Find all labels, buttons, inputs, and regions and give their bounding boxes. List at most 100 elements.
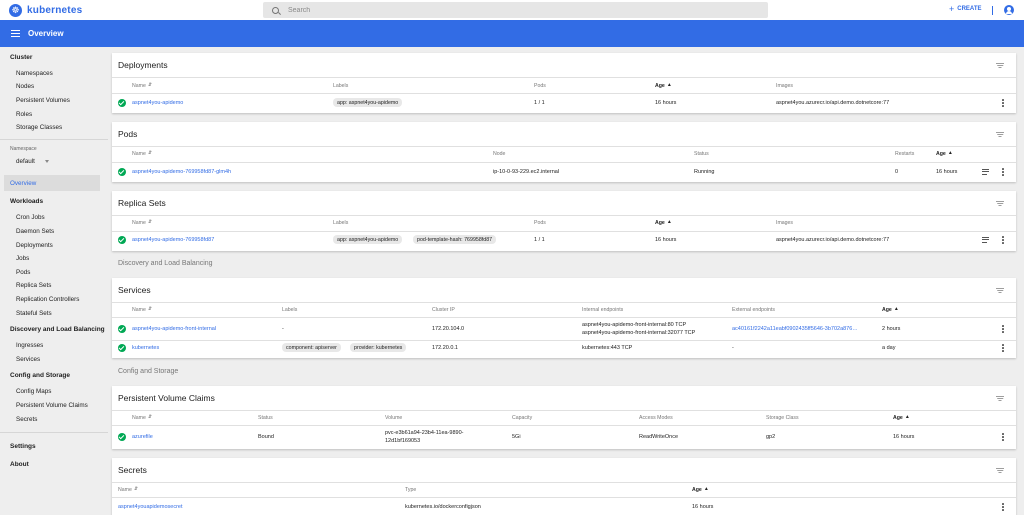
column-header-status: Status	[258, 415, 273, 421]
sidebar-item-daemon-sets[interactable]: Daemon Sets	[16, 228, 54, 235]
sidebar-item-ingresses[interactable]: Ingresses	[16, 342, 43, 349]
sidebar-item-namespaces[interactable]: Namespaces	[16, 70, 53, 77]
check-circle-icon	[118, 325, 126, 333]
pods-count: 1 / 1	[534, 100, 545, 106]
plus-icon: +	[949, 4, 955, 14]
filter-icon[interactable]	[996, 63, 1004, 68]
card-title: Replica Sets	[118, 198, 166, 208]
external-endpoint-link[interactable]: ac40161f2242a11eabf0902435ff5646-3b702a8…	[732, 326, 858, 332]
section-title-discovery: Discovery and Load Balancing	[118, 260, 213, 267]
column-header-labels: Labels	[282, 307, 298, 313]
secret-name-link[interactable]: aspnet4youapidemosecret	[118, 504, 183, 510]
filter-icon[interactable]	[996, 468, 1004, 473]
sidebar-item-nodes[interactable]: Nodes	[16, 83, 34, 90]
more-vert-icon[interactable]	[1002, 503, 1004, 511]
sidebar-item-config-maps[interactable]: Config Maps	[16, 388, 51, 395]
column-header-name[interactable]: Name ⇵	[132, 83, 152, 89]
column-header-name[interactable]: Name ⇵	[132, 151, 152, 157]
more-vert-icon[interactable]	[1002, 168, 1004, 176]
search-input[interactable]	[288, 6, 488, 14]
column-header-restarts: Restarts	[895, 151, 915, 157]
column-header-age[interactable]: Age ▲	[882, 307, 899, 313]
label-chip: component: apiserver	[282, 343, 341, 352]
divider	[112, 93, 1016, 94]
column-header-capacity: Capacity	[512, 415, 533, 421]
service-name-link[interactable]: kubernetes	[132, 345, 159, 351]
access-modes: ReadWriteOnce	[639, 434, 679, 440]
column-header-name[interactable]: Name ⇵	[118, 487, 138, 493]
menu-icon[interactable]	[11, 30, 20, 37]
sidebar-item-replication-controllers[interactable]: Replication Controllers	[16, 296, 79, 303]
column-header-age[interactable]: Age ▲	[893, 415, 910, 421]
divider	[112, 497, 1016, 498]
column-header-age[interactable]: Age ▲	[655, 220, 672, 226]
column-header-age[interactable]: Age ▲	[936, 151, 953, 157]
more-vert-icon[interactable]	[1002, 99, 1004, 107]
search-bar[interactable]	[263, 2, 768, 18]
kubernetes-logo[interactable]: ☸ kubernetes	[9, 3, 82, 17]
column-header-storage-class: Storage Class	[766, 415, 799, 421]
toolbar-divider	[992, 6, 993, 15]
column-header-name[interactable]: Name ⇵	[132, 220, 152, 226]
replica-sets-card: Replica Sets Name ⇵ Labels Pods Age ▲ Imag…	[112, 191, 1016, 251]
sidebar-item-services[interactable]: Services	[16, 356, 40, 363]
services-card: Services Name ⇵ Labels Cluster IP Interna…	[112, 278, 1016, 358]
more-vert-icon[interactable]	[1002, 344, 1004, 352]
filter-icon[interactable]	[996, 396, 1004, 401]
sidebar-item-deployments[interactable]: Deployments	[16, 242, 53, 249]
check-circle-icon	[118, 236, 126, 244]
more-vert-icon[interactable]	[1002, 236, 1004, 244]
sidebar-config-heading[interactable]: Config and Storage	[10, 372, 70, 379]
sidebar-workloads-heading[interactable]: Workloads	[10, 198, 43, 205]
card-title: Pods	[118, 129, 138, 139]
pvc-card: Persistent Volume Claims Name ⇵ Status Vo…	[112, 386, 1016, 449]
secrets-card: Secrets Name ⇵ Type Age ▲ aspnet4youapidem…	[112, 458, 1016, 515]
more-vert-icon[interactable]	[1002, 325, 1004, 333]
sidebar-item-jobs[interactable]: Jobs	[16, 255, 29, 262]
namespace-select[interactable]: default	[16, 158, 49, 165]
sidebar-item-secrets[interactable]: Secrets	[16, 416, 37, 423]
filter-icon[interactable]	[996, 288, 1004, 293]
column-header-pods: Pods	[534, 220, 546, 226]
column-header-age[interactable]: Age ▲	[655, 83, 672, 89]
logs-icon[interactable]	[982, 237, 989, 243]
divider	[112, 215, 1016, 216]
volume-name: 12d1bf169053	[385, 438, 421, 444]
status-text: Running	[694, 169, 715, 175]
logs-icon[interactable]	[982, 169, 989, 175]
sidebar-item-replica-sets[interactable]: Replica Sets	[16, 282, 51, 289]
filter-icon[interactable]	[996, 132, 1004, 137]
sidebar-item-persistent-volumes[interactable]: Persistent Volumes	[16, 97, 70, 104]
create-button[interactable]: + CREATE	[949, 4, 982, 14]
column-header-age[interactable]: Age ▲	[692, 487, 709, 493]
sidebar-item-overview[interactable]: Overview	[10, 180, 36, 187]
age: a day	[882, 345, 896, 351]
deployments-card: Deployments Name ⇵ Labels Pods Age ▲ Image…	[112, 53, 1016, 113]
pods-count: 1 / 1	[534, 237, 545, 243]
sidebar-item-stateful-sets[interactable]: Stateful Sets	[16, 310, 52, 317]
sidebar-discovery-heading[interactable]: Discovery and Load Balancing	[10, 326, 105, 333]
sidebar-item-roles[interactable]: Roles	[16, 111, 32, 118]
sidebar-item-settings[interactable]: Settings	[10, 443, 36, 450]
pvc-name-link[interactable]: azurefile	[132, 434, 153, 440]
column-header-name[interactable]: Name ⇵	[132, 307, 152, 313]
replica-set-name-link[interactable]: aspnet4you-apidemo-769958fd87	[132, 237, 214, 243]
sidebar-item-about[interactable]: About	[10, 461, 29, 468]
sidebar-item-pvc[interactable]: Persistent Volume Claims	[16, 402, 88, 409]
sidebar-cluster-heading[interactable]: Cluster	[10, 54, 32, 61]
more-vert-icon[interactable]	[1002, 433, 1004, 441]
sidebar-item-cron-jobs[interactable]: Cron Jobs	[16, 214, 45, 221]
filter-icon[interactable]	[996, 201, 1004, 206]
column-header-volume: Volume	[385, 415, 403, 421]
pod-name-link[interactable]: aspnet4you-apidemo-769958fd87-glm4h	[132, 169, 231, 175]
label-chip: app: aspnet4you-apidemo	[333, 235, 403, 244]
deployment-name-link[interactable]: aspnet4you-apidemo	[132, 100, 183, 106]
service-name-link[interactable]: aspnet4you-apidemo-front-internal	[132, 326, 216, 332]
column-header-name[interactable]: Name ⇵	[132, 415, 152, 421]
sidebar-divider	[0, 432, 108, 433]
column-header-type: Type	[405, 487, 417, 493]
check-circle-icon	[118, 433, 126, 441]
account-icon[interactable]	[1004, 5, 1014, 15]
sidebar-item-storage-classes[interactable]: Storage Classes	[16, 124, 62, 131]
sidebar-item-pods[interactable]: Pods	[16, 269, 30, 276]
